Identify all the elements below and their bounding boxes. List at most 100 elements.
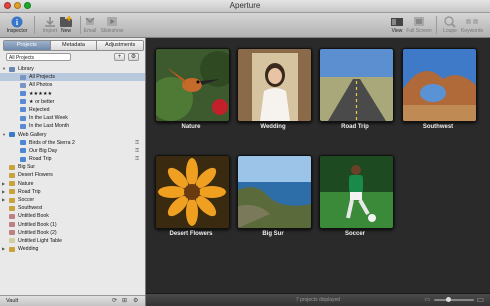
lock-icon: ⚿ <box>135 147 139 154</box>
thumbnail-size-slider[interactable] <box>434 297 474 302</box>
tree-item[interactable]: All Photos <box>0 81 145 89</box>
coastline-photo <box>238 156 311 228</box>
tree-item[interactable]: ★★★★★ <box>0 90 145 98</box>
slideshow-button[interactable]: Slideshow <box>97 14 127 36</box>
add-item-button[interactable]: + <box>114 53 125 61</box>
project-name: Soccer <box>344 231 365 237</box>
tree-item[interactable]: ★ or better <box>0 98 145 106</box>
tree-item-label: Road Trip <box>29 156 52 163</box>
tree-item[interactable]: Desert Flowers <box>0 171 145 179</box>
book-icon <box>9 230 15 236</box>
tree-item[interactable]: ▶ Wedding <box>0 245 145 253</box>
photos-icon <box>20 82 26 88</box>
tree-item[interactable]: Road Trip ⚿ <box>0 155 145 163</box>
sync-vault-icon[interactable]: ⟳ <box>112 298 117 304</box>
tree-item-label: Big Sur <box>18 164 36 171</box>
project-thumb-soccer[interactable] <box>319 155 394 229</box>
tree-item-label: Web Gallery <box>18 131 47 138</box>
full-screen-icon <box>412 15 426 27</box>
status-bar: 7 projects displayed ▭ ▭ <box>146 293 490 306</box>
project-name: Big Sur <box>262 231 284 237</box>
tree-item[interactable]: Untitled Book (1) <box>0 221 145 229</box>
tree-item[interactable]: All Projects <box>0 73 145 82</box>
tree-item[interactable]: Untitled Book <box>0 212 145 220</box>
inspector-label: Inspector <box>6 28 28 34</box>
web-page-icon <box>20 148 26 154</box>
lock-icon: ⚿ <box>135 139 139 146</box>
full-screen-button[interactable]: Full Screen <box>404 14 434 36</box>
vault-bar: Vault ⟳ ⊞ ⚙ <box>0 295 145 306</box>
window-title: Aperture <box>229 1 261 10</box>
tree-item-label: In the Last Month <box>29 123 70 130</box>
full-screen-label: Full Screen <box>406 28 432 34</box>
tree-item[interactable]: Untitled Light Table <box>0 237 145 245</box>
smart-album-icon <box>20 107 26 113</box>
tree-item-label: Birds of the Sierra 2 <box>29 139 75 146</box>
project-name: Southwest <box>422 124 454 130</box>
project-thumb-southwest[interactable] <box>402 48 477 122</box>
tab-adjustments[interactable]: Adjustments <box>97 41 143 50</box>
project-thumb-nature[interactable] <box>155 48 230 122</box>
project-name: Desert Flowers <box>169 231 213 237</box>
disclosure-open-icon[interactable]: ▼ <box>2 65 6 73</box>
slideshow-icon <box>105 15 119 27</box>
project-filter-select[interactable]: All Projects <box>6 53 71 61</box>
tab-projects[interactable]: Projects <box>4 41 51 50</box>
project-thumb-big-sur[interactable] <box>237 155 312 229</box>
tree-item[interactable]: Big Sur <box>0 163 145 171</box>
tree-item[interactable]: ▼ Library <box>0 65 145 73</box>
project-thumb-road-trip[interactable] <box>319 48 394 122</box>
info-icon: i <box>10 15 24 28</box>
tree-item-label: Southwest <box>18 205 43 212</box>
disclosure-closed-icon[interactable]: ▶ <box>2 196 5 204</box>
disclosure-closed-icon[interactable]: ▶ <box>2 245 5 253</box>
project-thumb-desert-flowers[interactable] <box>155 155 230 229</box>
tree-item-label: Road Trip <box>18 188 41 195</box>
tree-item-label: Untitled Book (2) <box>18 229 57 236</box>
loupe-icon <box>443 15 457 28</box>
disclosure-open-icon[interactable]: ▼ <box>2 131 6 139</box>
tree-item[interactable]: In the Last Week <box>0 114 145 122</box>
disclosure-closed-icon[interactable]: ▶ <box>2 180 5 188</box>
tree-item[interactable]: ▶ Soccer <box>0 196 145 204</box>
keywords-button[interactable]: Keywords <box>457 14 487 36</box>
library-icon <box>9 66 15 72</box>
disclosure-closed-icon[interactable]: ▶ <box>2 188 5 196</box>
smart-album-icon <box>20 99 26 105</box>
hummingbird-photo <box>156 49 229 121</box>
action-menu-button[interactable]: ⚙ <box>128 53 139 61</box>
web-page-icon <box>20 156 26 162</box>
tree-item-label: ★★★★★ <box>29 90 53 97</box>
tree-item-label: Desert Flowers <box>18 172 53 179</box>
web-gallery-icon <box>9 132 15 137</box>
tree-item[interactable]: Untitled Book (2) <box>0 229 145 237</box>
keywords-label: Keywords <box>461 28 483 34</box>
toolbar: i Inspector Import New Email Slideshow V… <box>0 13 490 38</box>
project-icon <box>9 181 15 187</box>
tree-item[interactable]: Our Big Day ⚿ <box>0 147 145 155</box>
add-vault-icon[interactable]: ⊞ <box>122 298 127 304</box>
tree-item[interactable]: ▶ Nature <box>0 180 145 188</box>
tree-item[interactable]: ▼ Web Gallery <box>0 131 145 139</box>
tree-item[interactable]: ▶ Road Trip <box>0 188 145 196</box>
smart-album-icon <box>20 91 26 97</box>
tree-item-label: Library <box>18 66 34 72</box>
tree-item[interactable]: Birds of the Sierra 2 ⚿ <box>0 139 145 147</box>
project-thumb-wedding[interactable] <box>237 48 312 122</box>
tree-item-label: Nature <box>18 180 34 187</box>
tree-item-label: Wedding <box>18 246 39 253</box>
tab-metadata[interactable]: Metadata <box>50 41 98 50</box>
slider-knob[interactable] <box>446 297 451 302</box>
email-icon <box>83 15 97 27</box>
tree-item[interactable]: Rejected <box>0 106 145 114</box>
vault-gear-icon[interactable]: ⚙ <box>133 298 138 304</box>
tree-item[interactable]: Southwest <box>0 204 145 212</box>
inspector-button[interactable]: i Inspector <box>2 14 32 36</box>
aperture-window: Aperture i Inspector Import New Email Sl… <box>0 0 490 306</box>
tree-item-label: All Projects <box>29 74 55 81</box>
tree-item-label: ★ or better <box>29 98 55 105</box>
tree-item[interactable]: In the Last Month <box>0 122 145 130</box>
flower-photo <box>156 156 229 228</box>
panel-tabs: Projects Metadata Adjustments <box>3 40 144 51</box>
tree-item-label: Untitled Book (1) <box>18 221 57 228</box>
